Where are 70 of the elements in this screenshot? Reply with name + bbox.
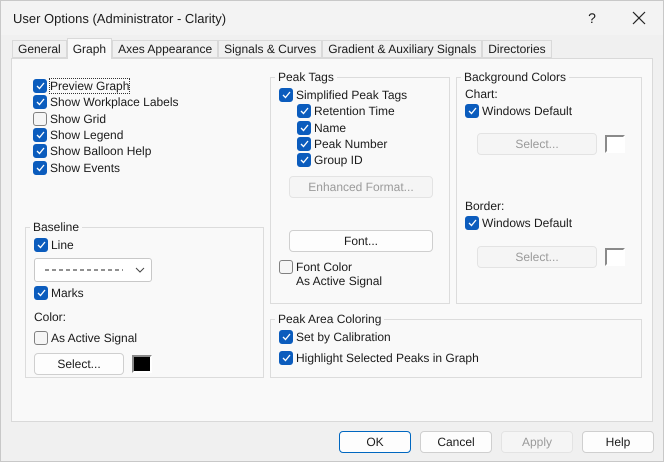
- help-button[interactable]: ?: [569, 10, 615, 26]
- checkbox-label[interactable]: Retention Time: [314, 104, 395, 118]
- checkbox-label[interactable]: Show Grid: [50, 112, 106, 126]
- checkbox[interactable]: [297, 153, 311, 168]
- check-icon: [36, 241, 46, 250]
- checkbox[interactable]: [34, 330, 48, 345]
- dialog-button[interactable]: OK: [339, 430, 411, 452]
- checkbox[interactable]: [33, 112, 47, 126]
- tab[interactable]: Signals & Curves: [218, 40, 322, 58]
- checkbox[interactable]: [279, 88, 293, 102]
- checkbox-label[interactable]: Windows Default: [482, 104, 572, 118]
- tab[interactable]: Axes Appearance: [112, 40, 218, 58]
- checkbox-label[interactable]: Font Color As Active Signal: [296, 260, 382, 288]
- checkbox-label[interactable]: Marks: [51, 286, 84, 300]
- check-icon: [36, 289, 46, 298]
- color-label: Color:: [34, 310, 68, 324]
- checkbox[interactable]: [34, 286, 48, 300]
- checkbox-label[interactable]: Set by Calibration: [296, 330, 391, 344]
- checkbox[interactable]: [33, 95, 47, 110]
- tab[interactable]: Directories: [482, 40, 552, 58]
- check-icon: [468, 107, 476, 116]
- color-swatch[interactable]: [605, 248, 625, 266]
- tab[interactable]: Graph: [66, 38, 112, 59]
- tab[interactable]: General: [12, 40, 67, 58]
- color-swatch[interactable]: [132, 354, 152, 373]
- section-label: Border:: [465, 199, 506, 214]
- checkbox-label[interactable]: Show Events: [50, 160, 120, 175]
- checkbox-label[interactable]: Group ID: [314, 153, 363, 168]
- check-icon: [282, 333, 290, 342]
- dialog-button[interactable]: Cancel: [420, 430, 492, 452]
- checkbox[interactable]: [33, 160, 47, 175]
- checkbox-label[interactable]: Preview Graph: [50, 79, 130, 94]
- tab[interactable]: Gradient & Auxiliary Signals: [322, 40, 482, 58]
- checkbox-label[interactable]: Simplified Peak Tags: [296, 88, 408, 102]
- dashed-line-icon: [45, 269, 123, 272]
- checkbox[interactable]: [34, 238, 48, 252]
- checkbox[interactable]: [279, 330, 293, 344]
- dialog-button[interactable]: Help: [582, 430, 654, 452]
- checkbox[interactable]: [33, 79, 47, 94]
- checkbox[interactable]: [297, 104, 311, 118]
- checkbox[interactable]: [465, 216, 479, 230]
- checkbox-label[interactable]: Show Legend: [50, 128, 124, 142]
- window-title: User Options (Administrator - Clarity): [13, 10, 228, 26]
- checkbox-label[interactable]: Peak Number: [314, 137, 388, 152]
- checkbox-label[interactable]: Show Balloon Help: [50, 144, 152, 158]
- close-icon: [632, 11, 646, 25]
- checkbox-label[interactable]: Highlight Selected Peaks in Graph: [296, 351, 479, 366]
- section-label: Chart:: [465, 87, 499, 101]
- checkbox[interactable]: [297, 137, 311, 152]
- checkbox[interactable]: [279, 351, 293, 366]
- chevron-down-icon: [135, 267, 145, 274]
- checkbox-label[interactable]: Show Workplace Labels: [50, 95, 179, 110]
- checkbox[interactable]: [33, 128, 47, 142]
- checkbox-label[interactable]: Line: [51, 238, 74, 252]
- font-button[interactable]: Font...: [289, 230, 433, 252]
- checkbox[interactable]: [465, 104, 479, 118]
- group-title: Baseline: [32, 220, 80, 234]
- color-swatch[interactable]: [605, 135, 625, 154]
- select-button[interactable]: Select...: [34, 352, 124, 375]
- checkbox[interactable]: [279, 260, 293, 274]
- checkbox[interactable]: [33, 144, 47, 158]
- checkbox-label[interactable]: As Active Signal: [51, 330, 138, 345]
- group-title: Background Colors: [463, 70, 568, 84]
- group-title: Peak Area Coloring: [277, 312, 382, 326]
- group-title: Peak Tags: [277, 70, 335, 84]
- checkbox-label[interactable]: Windows Default: [482, 216, 572, 230]
- checkbox[interactable]: [297, 120, 311, 135]
- check-icon: [468, 219, 476, 228]
- checkbox-label[interactable]: Name: [314, 120, 346, 135]
- check-icon: [282, 354, 290, 362]
